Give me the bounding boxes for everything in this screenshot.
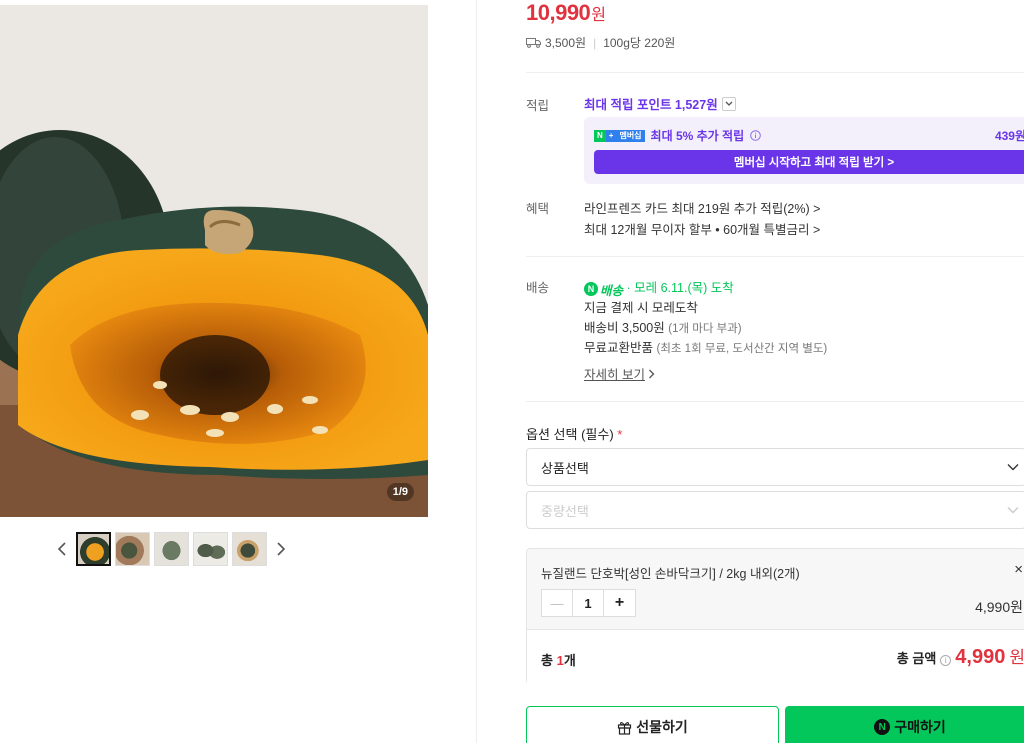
total-amount-value: 4,990 [955,646,1006,668]
delivery-fee: 배송비 3,500원 (1개 마다 부과) [584,317,742,336]
chevron-down-icon [1007,507,1019,514]
chevron-down-icon [1007,464,1019,471]
required-mark: * [617,427,623,442]
membership-offer: N + 멤버십 최대 5% 추가 적립 439원 [594,127,1024,144]
free-return: 무료교환반품 (최초 1회 무료, 도서산간 지역 별도) [584,337,827,356]
selected-option-box: 뉴질랜드 단호박[성인 손바닥크기] / 2kg 내외(2개) × — 1 + … [526,548,1024,684]
delivery-fee-text: 배송비 3,500원 [584,321,665,335]
order-total: 총 1개 총 금액 i 4,990 원 [527,629,1024,684]
buy-button[interactable]: N 구매하기 [785,706,1024,743]
weight-select[interactable]: 중량선택 [526,491,1024,529]
divider [526,256,1024,257]
free-return-text: 무료교환반품 [584,341,654,355]
pumpkin-photo [0,5,428,517]
delivery-detail[interactable]: 자세히 보기 [584,364,655,383]
thumbnail-strip [52,532,291,566]
price-unit: 원 [591,7,606,24]
info-icon[interactable] [750,130,761,141]
prev-thumbnail-button[interactable] [52,532,72,566]
buy-button-label: 구매하기 [894,719,946,735]
image-counter: 1/9 [386,483,414,501]
total-amount: 총 금액 i 4,990 원 [897,643,1024,669]
membership-extra-text: 최대 5% 추가 적립 [650,129,745,143]
sale-price: 10,990원 [526,0,606,26]
decrease-quantity-button[interactable]: — [542,590,573,616]
naver-n-icon: N [584,282,598,296]
delivery-arrival: N 배송 · 모레 6.11.(목) 도착 [584,277,734,299]
shipping-fee: 3,500원 [545,36,587,50]
arrival-date: · 모레 6.11.(목) 도착 [626,281,734,295]
total-count-number: 1 [556,653,564,668]
thumbnail-3[interactable] [154,532,189,566]
card-benefit-link[interactable]: 라인프렌즈 카드 최대 219원 추가 적립(2%) > [584,198,820,217]
benefits-label: 혜택 [526,202,550,216]
unit-price: 100g당 220원 [603,36,676,50]
delivery-label: 배송 [526,281,550,295]
naver-pay-icon: N [874,719,891,735]
membership-box: N + 멤버십 최대 5% 추가 적립 439원 멤버십 시작하고 최대 적립 받기… [584,117,1024,184]
gift-icon [618,721,632,735]
max-points-text: 최대 적립 포인트 1,527원 [584,98,718,112]
product-main-image[interactable]: 1/9 [0,5,428,517]
naver-delivery-badge: N 배송 [584,280,623,299]
delivery-note: 지금 결제 시 모레도착 [584,301,698,315]
total-amount-label: 총 금액 [896,651,937,666]
weight-select-value: 중량선택 [541,503,589,519]
points-label: 적립 [526,99,550,113]
thumbnail-5[interactable] [232,532,267,566]
badge-membership: 멤버십 [616,129,645,142]
column-divider [476,0,477,743]
badge-plus: + [605,129,617,142]
selected-option-name: 뉴질랜드 단호박[성인 손바닥크기] / 2kg 내외(2개) [541,567,800,581]
option-title: 옵션 선택 (필수) * [526,424,622,443]
increase-quantity-button[interactable]: + [604,590,635,616]
chevron-left-icon [57,542,66,556]
delivery-detail-link[interactable]: 자세히 보기 [584,368,645,382]
membership-amount: 439원 [994,129,1024,143]
truck-icon [526,38,541,48]
thumbnail-4[interactable] [193,532,228,566]
total-count: 총 1개 [541,650,576,669]
membership-badge: N + 멤버십 [594,129,645,142]
shipping-summary: 3,500원 | 100g당 220원 [526,34,675,51]
gift-button-label: 선물하기 [636,719,688,735]
max-points[interactable]: 최대 적립 포인트 1,527원 [584,94,736,113]
product-select-value: 상품선택 [541,460,589,476]
product-select[interactable]: 상품선택 [526,448,1024,486]
badge-n: N [594,129,606,142]
gift-button[interactable]: 선물하기 [526,706,779,743]
option-title-text: 옵션 선택 (필수) [526,427,614,442]
price-amount: 10,990 [526,0,591,25]
quantity-stepper: — 1 + [541,589,636,617]
chevron-down-icon[interactable] [721,96,736,111]
info-icon[interactable]: i [940,655,952,666]
total-count-prefix: 총 [541,653,557,668]
remove-option-button[interactable]: × [1014,561,1023,578]
free-return-sub: (최초 1회 무료, 도서산간 지역 별도) [656,343,828,355]
delivery-fee-sub: (1개 마다 부과) [668,323,742,335]
chevron-right-icon [649,369,655,379]
total-amount-unit: 원 [1009,648,1024,667]
divider [526,401,1024,402]
installment-benefit-link[interactable]: 최대 12개월 무이자 할부 • 60개월 특별금리 > [584,219,820,238]
chevron-right-icon [277,542,286,556]
thumbnail-1[interactable] [76,532,111,566]
quantity-input[interactable]: 1 [573,590,604,616]
selected-option-price: 4,990원 [975,599,1023,615]
start-membership-button[interactable]: 멤버십 시작하고 최대 적립 받기 > [594,150,1024,174]
thumbnail-2[interactable] [115,532,150,566]
naver-delivery-text: 배송 [600,283,624,298]
total-count-suffix: 개 [563,653,576,668]
divider [526,72,1024,73]
next-thumbnail-button[interactable] [271,532,291,566]
